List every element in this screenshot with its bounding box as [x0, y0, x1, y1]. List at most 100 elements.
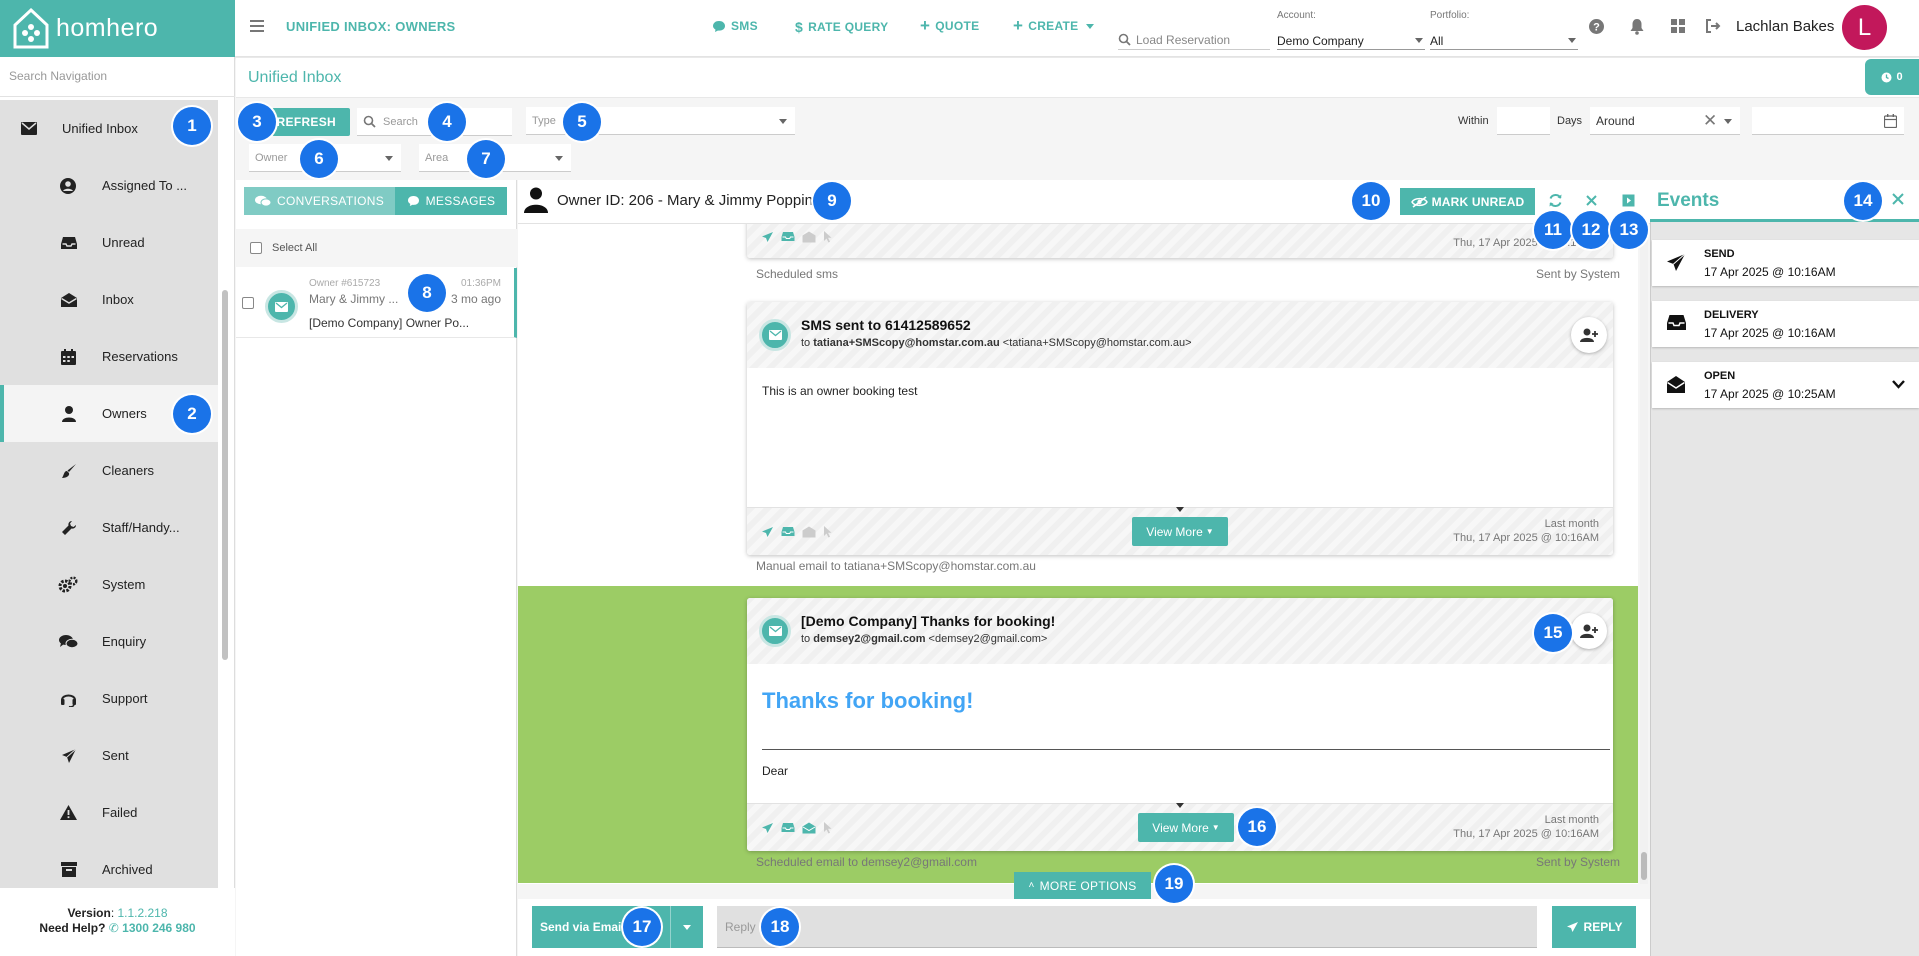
clear-icon[interactable]: ✕	[1703, 112, 1717, 129]
calendar-icon	[1884, 114, 1897, 128]
sidebar-item-label: Assigned To ...	[102, 178, 188, 193]
archive-box-icon	[61, 862, 77, 877]
conversation-checkbox[interactable]	[242, 297, 254, 309]
highlighted-message-band: [Demo Company] Thanks for booking! to de…	[518, 586, 1638, 883]
account-select[interactable]: Demo Company	[1277, 30, 1425, 50]
message-body-area: Thanks for booking! Dear	[747, 664, 1613, 803]
sidebar-item-unread[interactable]: Unread	[0, 214, 218, 271]
event-item-send: SEND 17 Apr 2025 @ 10:16AM	[1652, 240, 1919, 286]
paper-plane-icon	[1566, 922, 1578, 932]
caret-down-icon	[1724, 119, 1732, 124]
view-more-button[interactable]: View More ▼	[1132, 517, 1228, 546]
caret-down-icon	[1415, 38, 1423, 43]
caret-down-icon	[779, 119, 787, 124]
reply-input[interactable]: Reply	[717, 906, 1537, 948]
account-circle-icon	[60, 177, 76, 194]
close-icon[interactable]	[1892, 193, 1904, 205]
reply-button[interactable]: REPLY	[1552, 906, 1636, 948]
apps-grid-icon[interactable]	[1670, 18, 1686, 34]
portfolio-select[interactable]: All	[1430, 30, 1578, 50]
view-more-button[interactable]: View More ▼	[1138, 813, 1234, 842]
help-phone-link[interactable]: 1300 246 980	[122, 921, 195, 935]
brand-logo[interactable]: homhero	[0, 0, 235, 57]
conversation-time: 01:36PM	[460, 278, 501, 289]
message-type-avatar	[759, 615, 791, 647]
message-sender: Sent by System	[1536, 855, 1621, 869]
rate-query-button[interactable]: $ RATE QUERY	[795, 19, 888, 35]
event-item-open[interactable]: OPEN 17 Apr 2025 @ 10:25AM	[1652, 362, 1919, 408]
sidebar-item-enquiry[interactable]: Enquiry	[0, 613, 218, 670]
more-options-button[interactable]: ˄ MORE OPTIONS	[1014, 872, 1151, 899]
tab-messages[interactable]: MESSAGES	[395, 187, 507, 215]
sidebar-item-staff-handy[interactable]: Staff/Handy...	[0, 499, 218, 556]
person-icon	[524, 187, 548, 213]
send-via-dropdown-toggle[interactable]	[670, 906, 703, 948]
nav-search-input[interactable]: Search Navigation	[0, 57, 235, 97]
add-contact-button[interactable]	[1571, 317, 1607, 353]
avatar[interactable]: L	[1842, 5, 1887, 50]
sidebar: Search Navigation Unified Inbox Assigned…	[0, 57, 235, 956]
pending-count-button[interactable]: 0	[1865, 59, 1919, 95]
callout-badge: 19	[1155, 865, 1193, 903]
conversation-subject: [Demo Company] Owner Po...	[309, 316, 470, 330]
help-icon[interactable]: ?	[1588, 18, 1605, 35]
close-icon[interactable]	[1586, 195, 1597, 206]
caret-down-icon	[1568, 38, 1576, 43]
brand-name: homhero	[56, 14, 159, 42]
select-all-checkbox[interactable]	[250, 242, 262, 254]
sms-button[interactable]: SMS	[712, 19, 758, 33]
message-subject: SMS sent to 61412589652	[801, 317, 971, 333]
callout-badge: 4	[428, 103, 466, 141]
chevron-down-icon: ▼	[1205, 527, 1214, 536]
date-input[interactable]	[1752, 107, 1904, 135]
sidebar-item-reservations[interactable]: Reservations	[0, 328, 218, 385]
within-days-input[interactable]	[1497, 107, 1550, 135]
list-item[interactable]: Owner #615723 01:36PM Mary & Jimmy ... 3…	[236, 268, 517, 338]
message-recipient: to tatiana+SMScopy@homstar.com.au <tatia…	[801, 337, 1192, 349]
delivery-status-icons	[761, 821, 833, 834]
bell-icon[interactable]	[1629, 18, 1645, 35]
logout-icon[interactable]	[1705, 18, 1721, 34]
menu-icon[interactable]	[248, 17, 266, 35]
thread-scroll-thumb[interactable]	[1641, 852, 1647, 880]
chevron-double-up-icon: ˄	[1028, 880, 1035, 891]
message-sender: Sent by System	[1536, 267, 1621, 281]
sidebar-item-cleaners[interactable]: Cleaners	[0, 442, 218, 499]
thread-scrollbar[interactable]	[1640, 224, 1648, 884]
select-all-row[interactable]: Select All	[236, 229, 517, 267]
within-label: Within	[1458, 115, 1489, 127]
refresh-icon[interactable]	[1548, 193, 1563, 208]
user-name[interactable]: Lachlan Bakes	[1736, 18, 1834, 35]
sidebar-item-inbox[interactable]: Inbox	[0, 271, 218, 328]
mark-unread-button[interactable]: MARK UNREAD	[1400, 188, 1535, 215]
message-card-thanks-for-booking: [Demo Company] Thanks for booking! to de…	[747, 598, 1613, 851]
search-icon	[363, 115, 376, 128]
load-reservation-input[interactable]: Load Reservation	[1118, 30, 1270, 50]
callout-badge: 9	[813, 182, 851, 220]
envelope-icon	[768, 626, 782, 636]
add-contact-button[interactable]	[1571, 613, 1607, 649]
caret-down-icon	[1086, 23, 1095, 29]
cursor-click-icon	[824, 526, 832, 538]
create-button[interactable]: + CREATE	[1013, 17, 1095, 34]
conversation-age: 3 mo ago	[450, 292, 501, 306]
sidebar-item-system[interactable]: System	[0, 556, 218, 613]
open-envelope-icon	[61, 292, 77, 307]
quote-button[interactable]: + QUOTE	[920, 17, 979, 34]
sidebar-item-assigned-to[interactable]: Assigned To ...	[0, 157, 218, 214]
sidebar-item-support[interactable]: Support	[0, 670, 218, 727]
callout-badge: 11	[1534, 211, 1572, 249]
message-card-scheduled-sms: Thu, 17 Apr 2025 @ 10:16AM	[747, 224, 1613, 258]
panel-toggle-icon[interactable]	[1622, 194, 1635, 207]
send-via-select[interactable]: Send via Email	[532, 906, 703, 948]
sidebar-scrollbar[interactable]	[222, 290, 228, 660]
refresh-button[interactable]: REFRESH	[272, 108, 350, 136]
chevron-down-icon[interactable]	[1892, 380, 1905, 389]
envelope-icon	[21, 122, 37, 135]
sidebar-item-failed[interactable]: Failed	[0, 784, 218, 841]
message-recipient: to demsey2@gmail.com <demsey2@gmail.com>	[801, 633, 1048, 645]
tab-conversations[interactable]: CONVERSATIONS	[244, 187, 395, 215]
callout-badge: 6	[300, 140, 338, 178]
around-select[interactable]: Around	[1590, 107, 1740, 135]
sidebar-item-sent[interactable]: Sent	[0, 727, 218, 784]
